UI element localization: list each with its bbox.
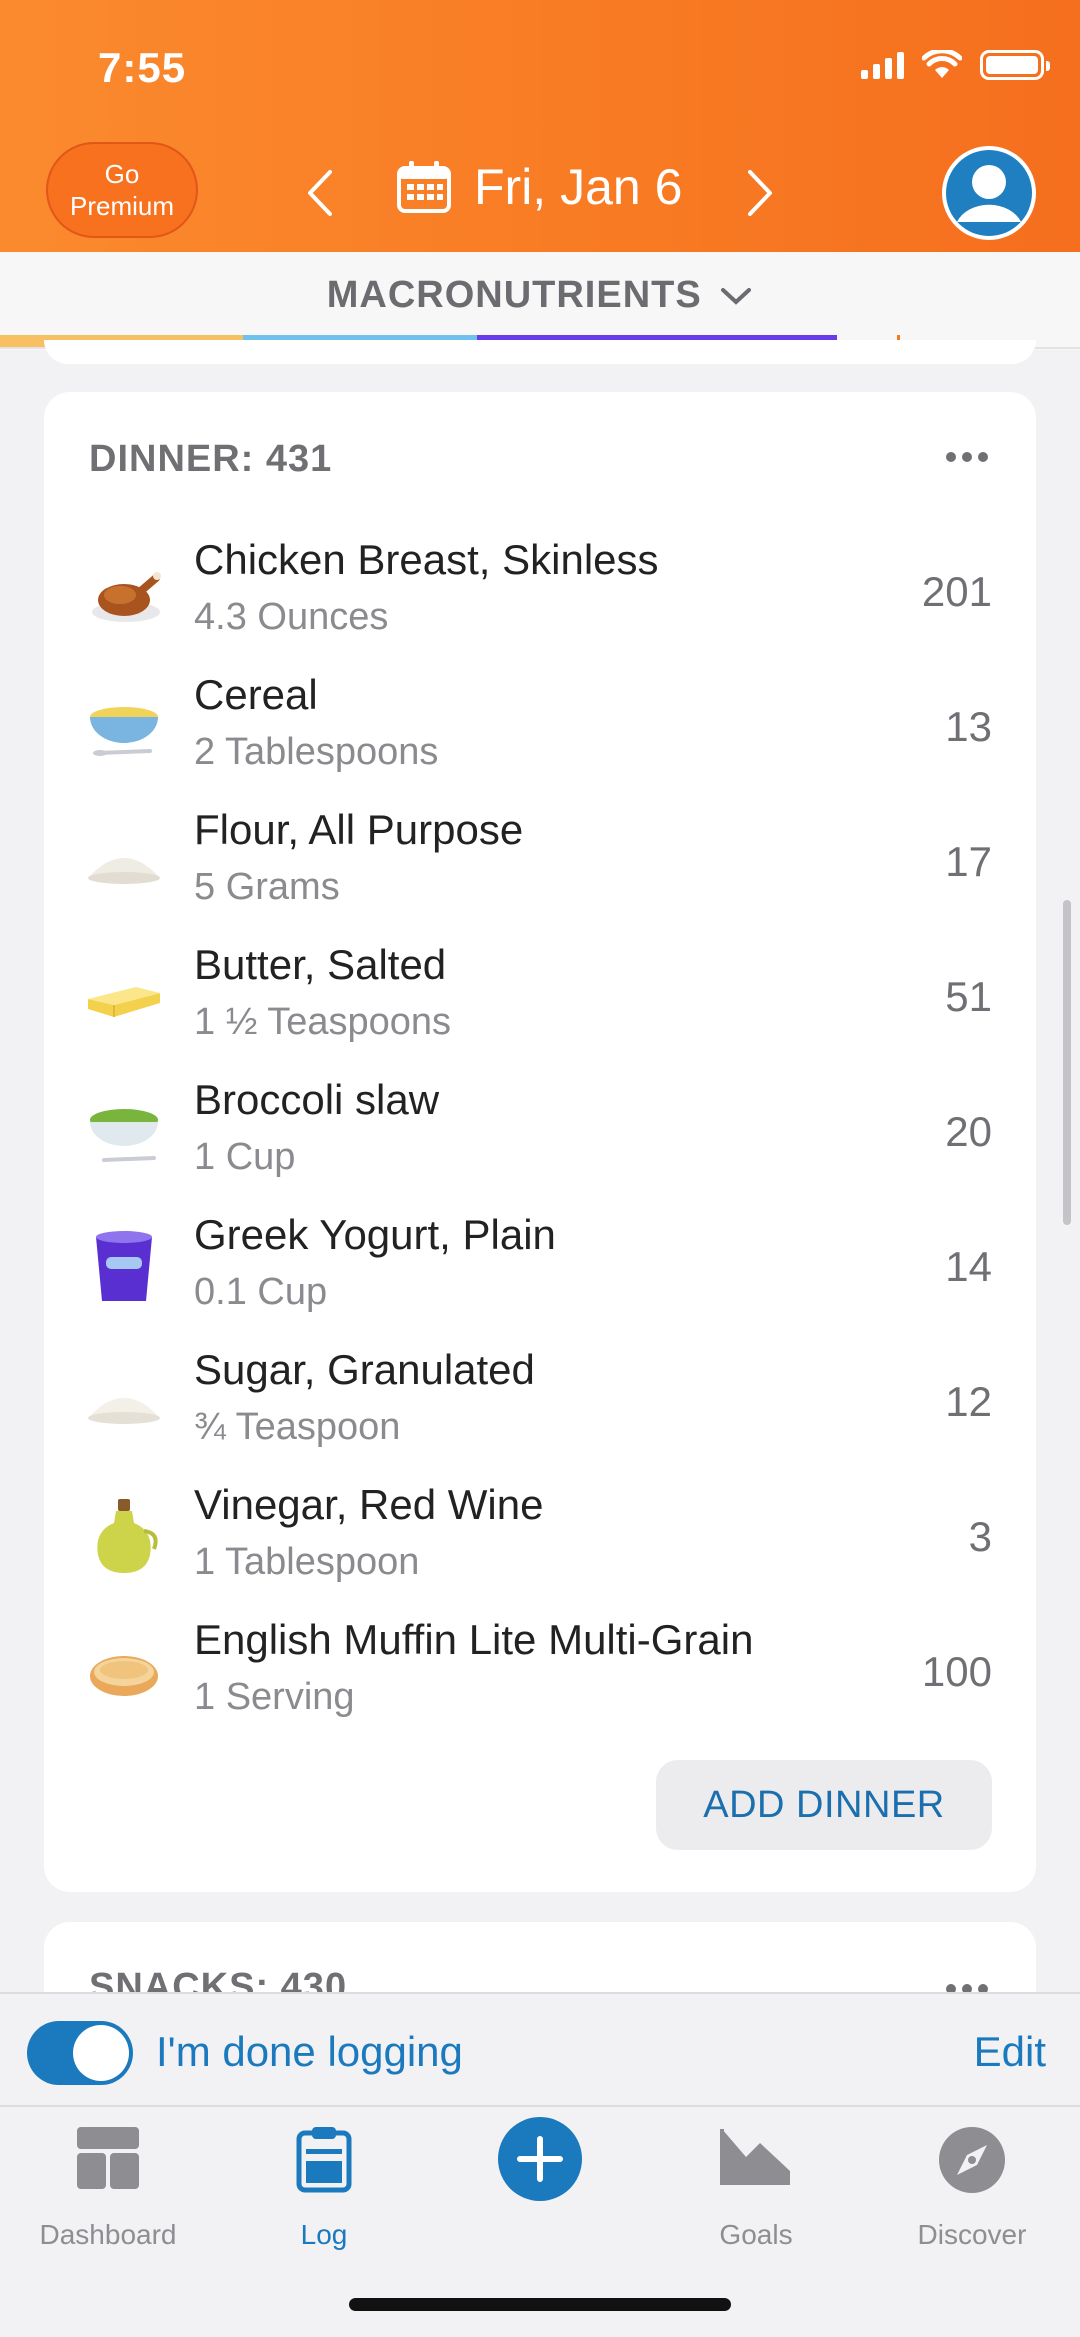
status-icons	[861, 50, 1050, 80]
status-time: 7:55	[98, 44, 187, 91]
edit-link[interactable]: Edit	[974, 2028, 1046, 2076]
food-quantity: 2 Tablespoons	[194, 731, 439, 773]
food-calories: 14	[945, 1243, 992, 1290]
food-item[interactable]: English Muffin Lite Multi-Grain 1 Servin…	[44, 1602, 1036, 1737]
profile-avatar[interactable]	[942, 146, 1036, 240]
muffin-icon	[90, 1656, 158, 1696]
flour-pile-icon	[88, 858, 160, 884]
dinner-card: DINNER: 431 Chicken Breast, Skinless 4.3…	[44, 392, 1036, 1892]
food-calories: 201	[921, 568, 992, 615]
oil-bottle-icon	[97, 1499, 158, 1573]
food-name: Broccoli slaw	[194, 1076, 440, 1123]
food-calories: 100	[921, 1648, 992, 1695]
food-name: Butter, Salted	[194, 941, 447, 988]
food-item[interactable]: Greek Yogurt, Plain 0.1 Cup 14	[44, 1197, 1036, 1332]
food-calories: 3	[968, 1513, 992, 1560]
food-name: Greek Yogurt, Plain	[194, 1211, 556, 1258]
tab-label: Dashboard	[39, 2219, 177, 2250]
scrollbar[interactable]	[1063, 900, 1071, 1225]
food-quantity: 1 Cup	[194, 1136, 296, 1178]
food-quantity: ¾ Teaspoon	[194, 1406, 401, 1448]
tab-label: Goals	[719, 2219, 793, 2250]
go-premium-button[interactable]: Go Premium	[46, 142, 198, 238]
wifi-icon	[922, 50, 962, 78]
food-item[interactable]: Sugar, Granulated ¾ Teaspoon 12	[44, 1332, 1036, 1467]
sugar-pile-icon	[88, 1398, 160, 1424]
cellular-signal-icon	[861, 51, 904, 79]
food-name: Cereal	[194, 671, 318, 718]
macronutrients-label: MACRONUTRIENTS	[326, 274, 702, 316]
header: 7:55 Go Premium Fri, Jan 6	[0, 0, 1080, 252]
done-logging-toggle[interactable]	[27, 2021, 133, 2085]
food-item[interactable]: Vinegar, Red Wine 1 Tablespoon 3	[44, 1467, 1036, 1602]
salad-bowl-icon	[90, 1109, 158, 1162]
food-item[interactable]: Chicken Breast, Skinless 4.3 Ounces 201	[44, 522, 1036, 657]
add-icon	[517, 2136, 563, 2182]
food-quantity: 4.3 Ounces	[194, 596, 389, 638]
food-name: Flour, All Purpose	[194, 806, 524, 853]
roast-chicken-icon	[92, 572, 161, 622]
tab-goals[interactable]: Goals	[648, 2107, 864, 2257]
butter-icon	[88, 987, 160, 1017]
food-name: Vinegar, Red Wine	[194, 1481, 544, 1528]
food-quantity: 0.1 Cup	[194, 1271, 328, 1313]
food-quantity: 1 ½ Teaspoons	[194, 1001, 452, 1043]
food-item[interactable]: Flour, All Purpose 5 Grams 17	[44, 792, 1036, 927]
add-dinner-button[interactable]: ADD DINNER	[656, 1760, 992, 1850]
food-name: Chicken Breast, Skinless	[194, 536, 659, 583]
tab-label: Log	[300, 2219, 348, 2250]
food-quantity: 5 Grams	[194, 866, 340, 908]
macronutrients-dropdown[interactable]: MACRONUTRIENTS	[0, 274, 1080, 317]
tab-label: Discover	[917, 2219, 1027, 2250]
macronutrients-bar: MACRONUTRIENTS	[0, 252, 1080, 350]
food-item[interactable]: Cereal 2 Tablespoons 13	[44, 657, 1036, 792]
done-logging-bar: I'm done logging Edit	[0, 1992, 1080, 2107]
premium-line-1: Go	[104, 159, 140, 189]
previous-day-chevron-icon[interactable]	[300, 168, 340, 218]
food-name: English Muffin Lite Multi-Grain	[194, 1616, 754, 1663]
add-entry-button[interactable]	[498, 2117, 582, 2201]
food-calories: 17	[945, 838, 992, 885]
food-calories: 20	[945, 1108, 992, 1155]
food-calories: 13	[945, 703, 992, 750]
yogurt-cup-icon	[96, 1231, 152, 1301]
app-screen: 7:55 Go Premium Fri, Jan 6 MACRONUTRIENT…	[0, 0, 1080, 2337]
calendar-icon	[397, 161, 451, 213]
goals-icon	[720, 2129, 790, 2185]
compass-icon	[939, 2127, 1005, 2193]
premium-line-2: Premium	[69, 191, 174, 221]
next-day-chevron-icon[interactable]	[740, 168, 780, 218]
food-item[interactable]: Broccoli slaw 1 Cup 20	[44, 1062, 1036, 1197]
tab-dashboard[interactable]: Dashboard	[0, 2107, 216, 2257]
food-name: Sugar, Granulated	[194, 1346, 535, 1393]
more-options-icon[interactable]	[946, 452, 988, 462]
food-calories: 51	[945, 973, 992, 1020]
done-logging-label: I'm done logging	[156, 2028, 463, 2075]
log-clipboard-icon	[296, 2127, 352, 2193]
home-indicator	[349, 2298, 731, 2311]
previous-meal-card-edge	[44, 340, 1036, 364]
food-quantity: 1 Tablespoon	[194, 1541, 420, 1583]
cereal-bowl-icon	[90, 707, 158, 756]
tab-discover[interactable]: Discover	[864, 2107, 1080, 2257]
user-icon	[946, 150, 1032, 236]
food-quantity: 1 Serving	[194, 1676, 355, 1718]
food-calories: 12	[945, 1378, 992, 1425]
food-item[interactable]: Butter, Salted 1 ½ Teaspoons 51	[44, 927, 1036, 1062]
date-selector[interactable]: Fri, Jan 6	[396, 158, 682, 216]
chevron-down-icon	[721, 288, 752, 305]
tab-log[interactable]: Log	[216, 2107, 432, 2257]
dinner-title: DINNER: 431	[89, 438, 333, 480]
dashboard-icon	[77, 2127, 139, 2189]
date-label: Fri, Jan 6	[474, 159, 683, 215]
battery-icon	[980, 50, 1050, 80]
